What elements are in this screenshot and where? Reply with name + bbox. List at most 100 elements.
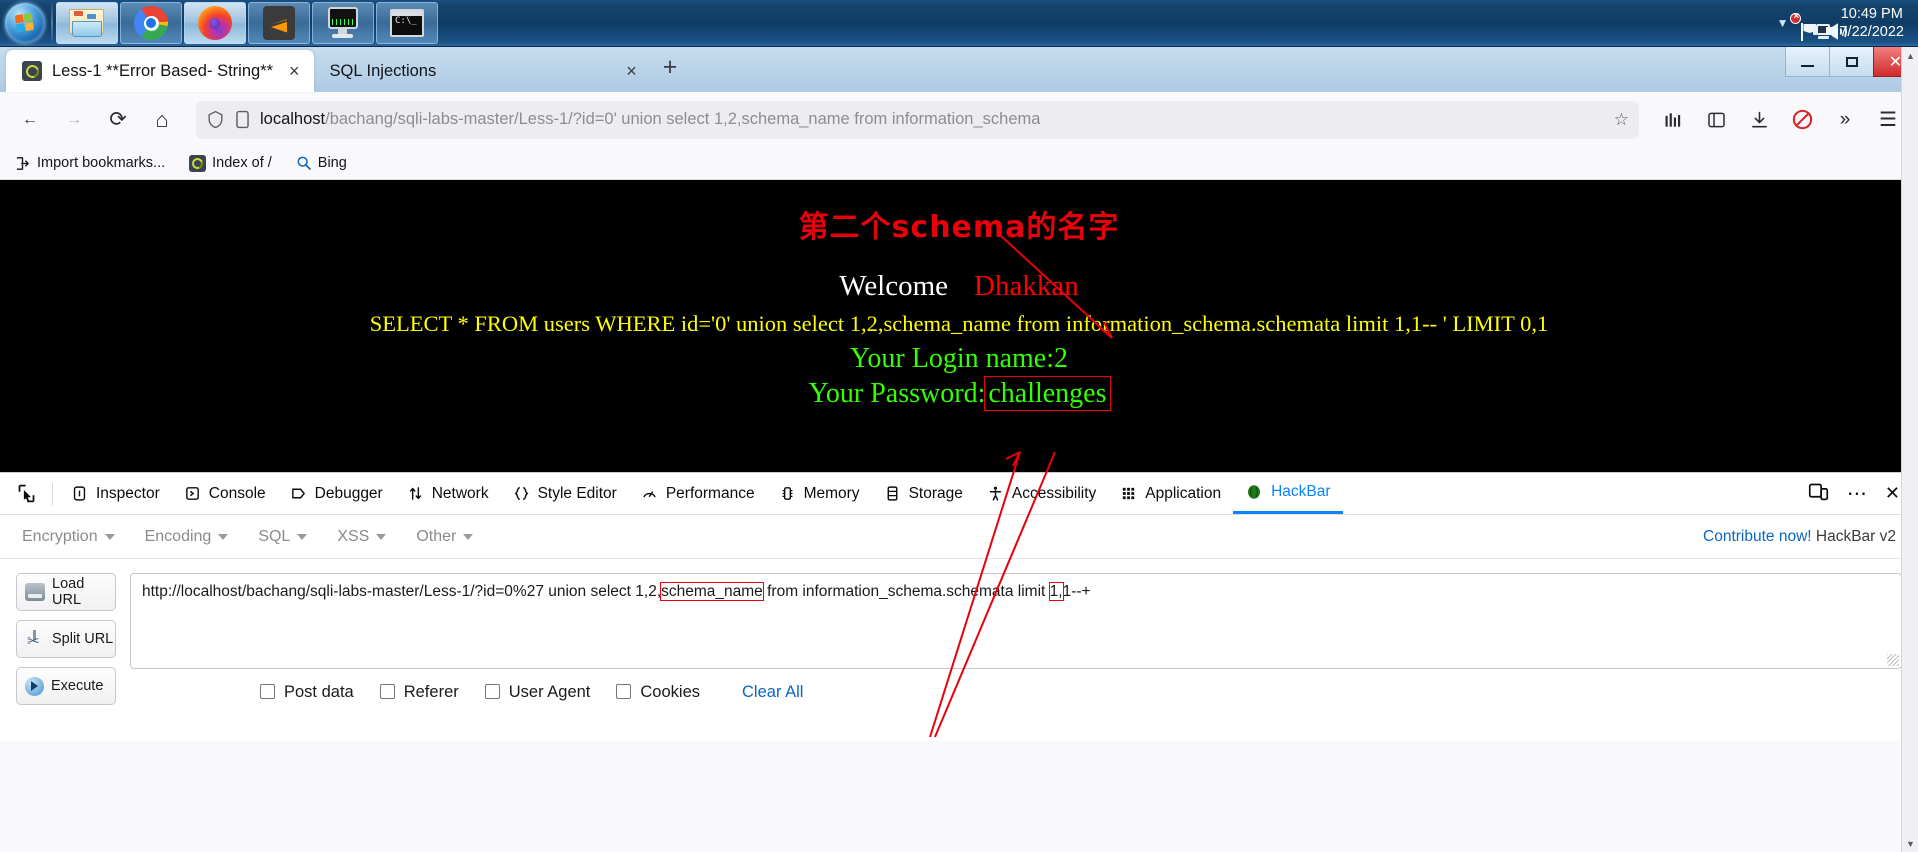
downloads-icon[interactable] — [1739, 102, 1779, 138]
split-url-button[interactable]: Split URL — [16, 620, 116, 658]
system-tray: ▼ 10:49 PM 7/22/2022 — [1777, 0, 1918, 47]
bookmark-star-icon[interactable]: ☆ — [1603, 109, 1629, 130]
devtools-tab-performance[interactable]: Performance — [629, 473, 767, 514]
password-line: Your Password: challenges — [0, 376, 1918, 411]
execute-button[interactable]: Execute — [16, 667, 116, 705]
tray-expand-icon[interactable]: ▼ — [1777, 16, 1789, 30]
bookmark-import[interactable]: Import bookmarks... — [10, 153, 169, 174]
start-button[interactable] — [2, 1, 48, 45]
hackbar-menu-encryption[interactable]: Encryption — [22, 528, 115, 546]
page-icon — [236, 110, 249, 129]
devtools-tab-style-editor[interactable]: Style Editor — [501, 473, 629, 514]
firefox-window: Less-1 **Error Based- String** × SQL Inj… — [0, 47, 1918, 852]
taskbar-command-prompt[interactable] — [376, 2, 438, 44]
developer-tools: Inspector Console Debugger Network Style… — [0, 47, 1918, 852]
no-entry-icon[interactable] — [1782, 102, 1822, 138]
button-label: Execute — [51, 678, 104, 694]
button-label: Split URL — [52, 631, 114, 647]
load-url-button[interactable]: Load URL — [16, 573, 116, 611]
new-tab-button[interactable]: + — [651, 53, 690, 86]
taskbar-system-monitor[interactable] — [312, 2, 374, 44]
devtools-tab-storage[interactable]: Storage — [872, 473, 975, 514]
checkbox-user-agent[interactable]: User Agent — [484, 683, 591, 702]
import-icon — [16, 156, 29, 170]
menu-label: Encoding — [144, 527, 212, 545]
devtools-tab-accessibility[interactable]: Accessibility — [975, 473, 1108, 514]
back-button[interactable]: ← — [10, 102, 50, 138]
scroll-up-arrow[interactable]: ▲ — [1902, 47, 1918, 64]
hackbar-menubar: Encryption Encoding SQL XSS Other Contri… — [0, 515, 1918, 559]
devtools-tab-debugger[interactable]: Debugger — [278, 473, 395, 514]
element-picker-icon[interactable] — [6, 474, 46, 514]
console-icon — [185, 487, 199, 500]
devtools-tab-inspector[interactable]: Inspector — [59, 473, 172, 514]
chrome-icon — [134, 6, 168, 40]
bookmark-label: Bing — [317, 155, 347, 171]
chevron-down-icon — [297, 533, 308, 540]
bookmark-label: Import bookmarks... — [37, 155, 166, 171]
hackbar-url-input[interactable]: http://localhost/bachang/sqli-labs-maste… — [130, 573, 1902, 669]
checkbox-label: Cookies — [640, 683, 701, 701]
taskbar-google-chrome[interactable] — [120, 2, 182, 44]
tab-label: Accessibility — [1011, 484, 1097, 502]
taskbar-mozilla-firefox[interactable] — [184, 2, 246, 44]
chevron-down-icon — [376, 533, 387, 540]
tab-label: Network — [431, 484, 489, 502]
welcome-username: Dhakkan — [974, 270, 1079, 302]
minimize-button[interactable] — [1785, 47, 1830, 77]
tab-favicon — [22, 61, 42, 81]
resize-handle-icon[interactable] — [1887, 654, 1899, 666]
chevron-down-icon — [104, 533, 115, 540]
network-arrows-icon — [409, 487, 421, 500]
devtools-tab-console[interactable]: Console — [172, 473, 278, 514]
clock[interactable]: 10:49 PM 7/22/2022 — [1839, 5, 1904, 41]
window-controls: ✕ — [1785, 47, 1918, 81]
devtools-tab-hackbar[interactable]: HackBar — [1233, 473, 1343, 514]
tab-sql-injections[interactable]: SQL Injections × — [314, 50, 651, 92]
chevron-down-icon — [463, 533, 474, 540]
address-bar[interactable]: localhost/bachang/sqli-labs-master/Less-… — [196, 100, 1639, 139]
devtools-scrollbar[interactable]: ▲ ▼ — [1901, 47, 1918, 852]
contribute-link[interactable]: Contribute now! HackBar v2 — [1703, 528, 1896, 546]
welcome-heading: Welcome Dhakkan — [0, 270, 1918, 303]
reload-button[interactable]: ⟳ — [98, 102, 138, 138]
checkbox-post-data[interactable]: Post data — [260, 683, 354, 702]
tab-close-icon[interactable]: × — [626, 61, 637, 82]
tab-less1[interactable]: Less-1 **Error Based- String** × — [6, 50, 314, 92]
hackbar-menu-xss[interactable]: XSS — [337, 528, 387, 546]
library-icon[interactable] — [1653, 102, 1693, 138]
devtools-close-icon[interactable]: ✕ — [1885, 483, 1900, 504]
home-button[interactable]: ⌂ — [142, 102, 182, 138]
hackbar-menu-sql[interactable]: SQL — [258, 528, 308, 546]
bookmark-index-of[interactable]: Index of / — [185, 153, 276, 174]
maximize-button[interactable] — [1829, 47, 1874, 77]
debugger-icon — [291, 488, 305, 499]
url-path: /bachang/sqli-labs-master/Less-1/?id=0' … — [325, 110, 1041, 128]
responsive-design-icon[interactable] — [1808, 481, 1829, 507]
clear-all-link[interactable]: Clear All — [742, 683, 803, 702]
checkbox-cookies[interactable]: Cookies — [616, 683, 700, 702]
overflow-menu-icon[interactable]: » — [1825, 102, 1865, 138]
bookmark-bing[interactable]: Bing — [292, 153, 351, 173]
bookmarks-toolbar: Import bookmarks... Index of / Bing — [0, 147, 1918, 180]
hackbar-menu-encoding[interactable]: Encoding — [145, 528, 229, 546]
taskbar-file-explorer[interactable] — [56, 2, 118, 44]
taskbar-sublime-text[interactable] — [248, 2, 310, 44]
tab-title: SQL Injections — [329, 61, 437, 80]
windows-flag-icon — [14, 12, 35, 33]
devtools-tab-memory[interactable]: Memory — [767, 473, 872, 514]
checkbox-label: User Agent — [508, 683, 591, 701]
tab-label: Application — [1145, 484, 1222, 502]
search-icon — [297, 156, 311, 170]
devtools-tab-application[interactable]: Application — [1108, 473, 1233, 514]
scroll-down-arrow[interactable]: ▼ — [1902, 835, 1918, 852]
devtools-tab-network[interactable]: Network — [395, 473, 501, 514]
tab-label: Console — [208, 484, 266, 502]
devtools-more-icon[interactable]: ⋯ — [1847, 481, 1867, 506]
hackbar-menu-other[interactable]: Other — [416, 528, 474, 546]
tab-close-icon[interactable]: × — [289, 61, 300, 82]
sidebar-icon[interactable] — [1696, 102, 1736, 138]
checkbox-referer[interactable]: Referer — [379, 683, 459, 702]
browser-titlebar: Less-1 **Error Based- String** × SQL Inj… — [0, 47, 1918, 92]
forward-button[interactable]: → — [54, 102, 94, 138]
